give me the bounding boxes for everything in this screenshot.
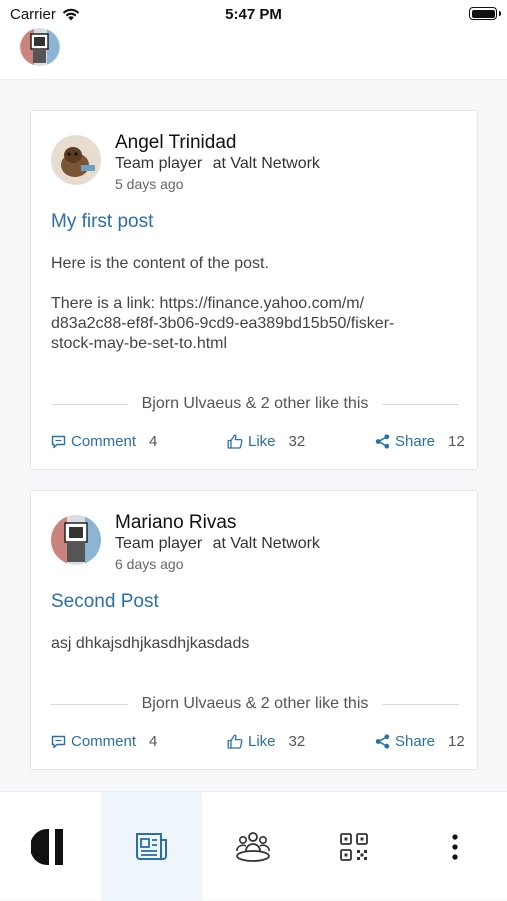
post-body-line: Here is the content of the post. [51, 255, 269, 272]
share-count: 12 [448, 433, 465, 450]
share-label: Share [395, 733, 436, 750]
tab-more[interactable] [404, 792, 505, 901]
post-body-link-line[interactable]: There is a link: https://finance.yahoo.c… [51, 294, 451, 314]
like-label: Like [248, 433, 276, 450]
share-button[interactable]: Share 12 [375, 433, 465, 450]
brand-logo-icon [30, 828, 63, 865]
post-body: asj dhkajsdhjkasdhjkasdads [51, 634, 451, 654]
comment-label: Comment [71, 733, 137, 750]
divider [51, 703, 128, 705]
like-label: Like [248, 733, 276, 750]
divider [382, 703, 459, 705]
role-at: at [212, 155, 226, 172]
author-name[interactable]: Mariano Rivas [115, 512, 236, 534]
like-button[interactable]: Like 32 [227, 733, 305, 750]
tab-people[interactable] [202, 792, 303, 901]
comment-label: Comment [71, 433, 137, 450]
comment-count: 4 [149, 733, 158, 750]
share-button[interactable]: Share 12 [375, 733, 465, 750]
like-count: 32 [288, 433, 306, 450]
post-timestamp: 6 days ago [115, 556, 184, 572]
thumbs-up-icon [227, 734, 243, 749]
company-name: Valt Network [230, 155, 320, 172]
post-title[interactable]: Second Post [51, 591, 159, 613]
status-bar: Carrier 5:47 PM [0, 0, 507, 28]
share-icon [375, 434, 390, 449]
comment-button[interactable]: Comment 4 [51, 733, 157, 750]
role-title: Team player [115, 535, 203, 552]
likes-summary-text: Bjorn Ulvaeus & 2 other like this [141, 395, 369, 412]
role-title: Team player [115, 155, 203, 172]
share-icon [375, 734, 390, 749]
author-avatar[interactable] [51, 515, 101, 565]
post-feed[interactable]: Angel Trinidad Team player at Valt Netwo… [0, 80, 507, 791]
newspaper-icon [135, 832, 167, 860]
role-at: at [212, 535, 226, 552]
post-actions: Comment 4 Like 32 Share 12 [51, 733, 465, 753]
tab-qr-code[interactable] [303, 792, 404, 901]
battery-icon [469, 7, 501, 20]
post-body-line: asj dhkajsdhjkasdhjkasdads [51, 635, 250, 652]
clock: 5:47 PM [225, 6, 282, 23]
likes-summary[interactable]: Bjorn Ulvaeus & 2 other like this [51, 394, 459, 414]
post-card: Angel Trinidad Team player at Valt Netwo… [30, 110, 478, 470]
divider [51, 403, 128, 405]
qr-code-icon [339, 832, 368, 861]
more-vertical-icon [451, 833, 458, 860]
like-button[interactable]: Like 32 [227, 433, 305, 450]
comment-icon [51, 435, 66, 448]
post-card: Mariano Rivas Team player at Valt Networ… [30, 490, 478, 770]
likes-summary[interactable]: Bjorn Ulvaeus & 2 other like this [51, 694, 459, 714]
post-body-link-line[interactable]: stock-may-be-set-to.html [51, 334, 451, 354]
thumbs-up-icon [227, 434, 243, 449]
divider [382, 403, 459, 405]
tab-news[interactable] [101, 792, 202, 901]
comment-button[interactable]: Comment 4 [51, 433, 157, 450]
author-name[interactable]: Angel Trinidad [115, 132, 236, 154]
likes-summary-text: Bjorn Ulvaeus & 2 other like this [141, 695, 369, 712]
profile-avatar[interactable] [20, 28, 60, 66]
author-role: Team player at Valt Network [115, 155, 320, 173]
share-count: 12 [448, 733, 465, 750]
company-name: Valt Network [230, 535, 320, 552]
comment-count: 4 [149, 433, 158, 450]
people-icon [235, 831, 270, 862]
post-actions: Comment 4 Like 32 Share 12 [51, 433, 465, 453]
bottom-tab-bar [0, 791, 507, 901]
post-body-link-line[interactable]: d83a2c88-ef8f-3b06-9cd9-ea389bd15b50/fis… [51, 314, 451, 334]
author-role: Team player at Valt Network [115, 535, 320, 553]
comment-icon [51, 735, 66, 748]
share-label: Share [395, 433, 436, 450]
author-avatar[interactable] [51, 135, 101, 185]
post-title[interactable]: My first post [51, 211, 153, 233]
tab-home[interactable] [0, 792, 101, 901]
post-body: Here is the content of the post. There i… [51, 254, 451, 354]
post-timestamp: 5 days ago [115, 176, 184, 192]
like-count: 32 [288, 733, 306, 750]
top-bar [0, 28, 507, 80]
